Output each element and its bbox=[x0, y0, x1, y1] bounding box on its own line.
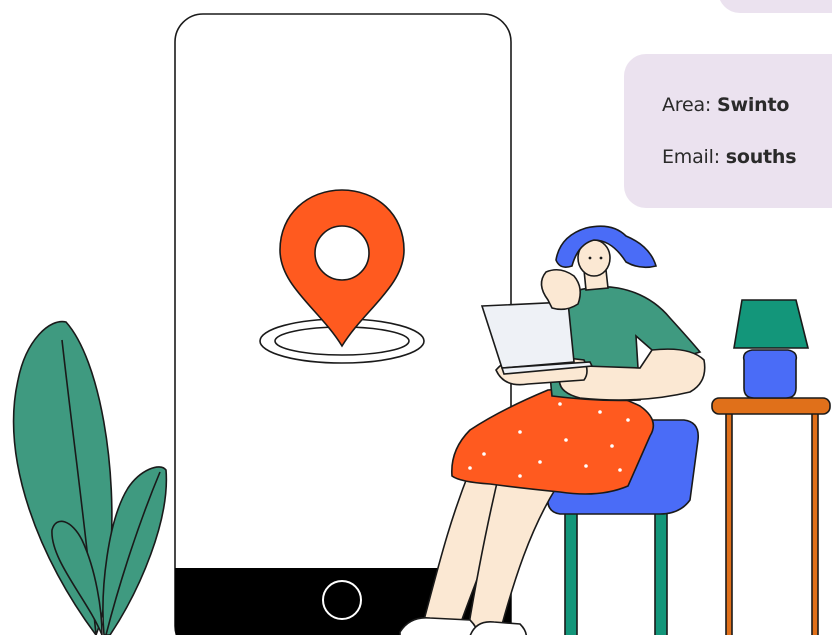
illustration-stage: Area: Swinto Email: souths bbox=[0, 0, 832, 635]
side-table-illustration bbox=[711, 299, 831, 635]
plant-illustration bbox=[12, 320, 168, 635]
scene-drawing bbox=[12, 13, 831, 635]
